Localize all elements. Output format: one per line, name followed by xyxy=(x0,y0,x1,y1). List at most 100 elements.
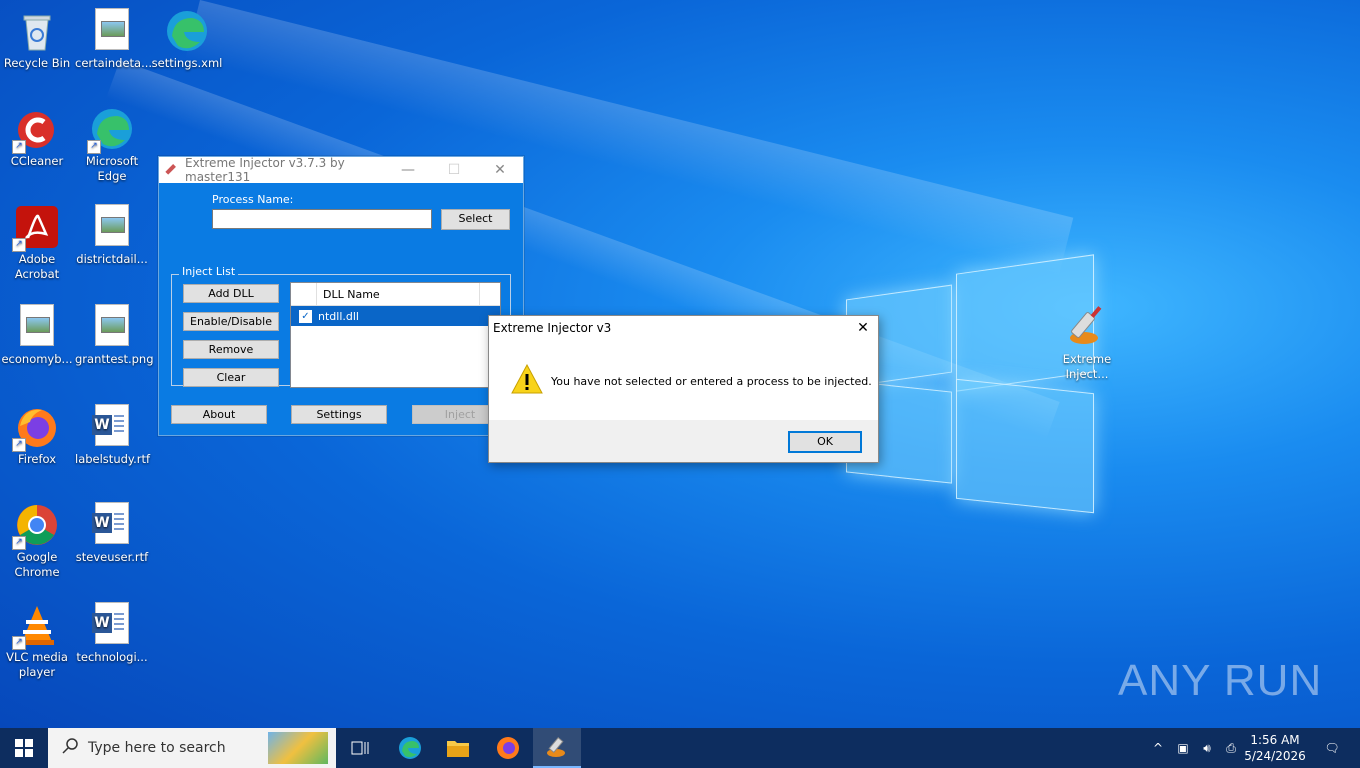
task-view-icon xyxy=(351,741,369,755)
taskbar-firefox[interactable] xyxy=(484,728,532,768)
dll-list-header: DLL Name xyxy=(291,283,500,306)
desktop-icon-label: steveuser.rtf xyxy=(75,550,149,564)
maximize-button[interactable]: ☐ xyxy=(431,162,477,178)
search-highlight-icon xyxy=(268,732,328,764)
desktop-icon-extreme-injector[interactable]: Extreme Inject... xyxy=(1050,300,1124,382)
process-name-label: Process Name: xyxy=(212,193,294,206)
desktop-icon-label: settings.xml xyxy=(151,56,223,70)
clock-date: 5/24/2026 xyxy=(1244,749,1306,763)
taskbar: Type here to search ^ ▣ 🔊︎ ⎙ 1:56 AM 5/2… xyxy=(0,728,1360,768)
desktop-icon-label: Microsoft Edge xyxy=(85,154,139,183)
tray-network[interactable]: ⎙ xyxy=(1220,728,1242,768)
taskbar-search[interactable]: Type here to search xyxy=(48,728,336,768)
desktop-icon-label: economyb... xyxy=(1,352,73,366)
minimize-button[interactable]: — xyxy=(385,162,431,178)
desktop-icon-microsoft-edge[interactable]: ↗ Microsoft Edge xyxy=(75,102,149,184)
desktop-icon-label: CCleaner xyxy=(10,154,64,168)
dll-list[interactable]: DLL Name ✓ ntdll.dll xyxy=(290,282,501,388)
desktop-icon-label: Extreme Inject... xyxy=(1062,352,1112,381)
show-hidden-icons-button[interactable]: ^ xyxy=(1148,728,1168,768)
desktop-icon-recycle-bin[interactable]: Recycle Bin xyxy=(0,4,74,71)
desktop-icon-label: granttest.png xyxy=(75,352,154,366)
word-document-icon: W xyxy=(89,502,135,548)
search-placeholder: Type here to search xyxy=(88,740,226,756)
desktop-icon-labelstudy[interactable]: W labelstudy.rtf xyxy=(75,400,151,467)
tray-volume[interactable]: 🔊︎ xyxy=(1196,728,1218,768)
desktop-icon-google-chrome[interactable]: ↗ Google Chrome xyxy=(0,498,74,580)
desktop-icon-settings-xml[interactable]: settings.xml xyxy=(150,4,224,71)
folder-icon xyxy=(447,741,469,757)
edge-icon xyxy=(399,737,421,759)
edge-icon xyxy=(164,8,210,54)
warning-icon xyxy=(511,363,543,398)
taskbar-extreme-injector[interactable] xyxy=(533,728,581,768)
dialog-message: You have not selected or entered a proce… xyxy=(551,375,872,388)
desktop-icon-label: Adobe Acrobat xyxy=(14,252,60,281)
remove-button[interactable]: Remove xyxy=(183,340,279,359)
settings-button[interactable]: Settings xyxy=(291,405,387,424)
window-titlebar[interactable]: Extreme Injector v3.7.3 by master131 — ☐… xyxy=(159,156,523,184)
dll-row[interactable]: ✓ ntdll.dll xyxy=(291,306,500,326)
syringe-icon xyxy=(547,737,565,757)
close-icon[interactable]: ✕ xyxy=(848,320,878,336)
image-file-icon xyxy=(89,304,135,350)
anyrun-watermark: ANY RUN xyxy=(1118,656,1323,705)
chevron-up-icon: ^ xyxy=(1152,741,1164,755)
desktop-icon-economy[interactable]: economyb... xyxy=(0,300,74,367)
clock-time: 1:56 AM xyxy=(1250,733,1300,747)
task-view-button[interactable] xyxy=(336,728,384,768)
desktop-icon-certaindeta[interactable]: certaindeta... xyxy=(75,4,152,71)
network-icon: ⎙ xyxy=(1226,740,1236,755)
desktop-icon-adobe-acrobat[interactable]: ↗ Adobe Acrobat xyxy=(0,200,74,282)
start-button[interactable] xyxy=(0,728,48,768)
desktop-icon-label: VLC media player xyxy=(6,650,68,679)
desktop-icon-granttest[interactable]: granttest.png xyxy=(75,300,154,367)
desktop-icon-vlc[interactable]: ↗ VLC media player xyxy=(0,598,74,680)
add-dll-button[interactable]: Add DLL xyxy=(183,284,279,303)
notification-icon: 🗨︎ xyxy=(1324,741,1340,755)
taskbar-file-explorer[interactable] xyxy=(434,728,482,768)
image-file-icon xyxy=(14,304,60,350)
syringe-icon xyxy=(1064,304,1110,350)
desktop-icon-label: Google Chrome xyxy=(14,550,60,579)
desktop-icon-districtdail[interactable]: districtdail... xyxy=(75,200,149,267)
adobe-acrobat-icon: ↗ xyxy=(12,204,60,252)
word-document-icon: W xyxy=(89,602,135,648)
column-dll-name[interactable]: DLL Name xyxy=(317,283,479,305)
close-button[interactable]: ✕ xyxy=(477,162,523,178)
desktop-icon-technologi[interactable]: W technologi... xyxy=(75,598,149,665)
dll-checkbox[interactable]: ✓ xyxy=(299,309,312,323)
message-dialog: Extreme Injector v3 ✕ You have not selec… xyxy=(488,315,879,463)
enable-disable-button[interactable]: Enable/Disable xyxy=(183,312,279,331)
edge-icon: ↗ xyxy=(87,106,135,154)
select-button[interactable]: Select xyxy=(441,209,510,230)
tray-clock[interactable]: 1:56 AM 5/24/2026 xyxy=(1244,728,1306,768)
firefox-icon: ↗ xyxy=(12,404,60,452)
dialog-titlebar[interactable]: Extreme Injector v3 ✕ xyxy=(489,316,878,340)
desktop-icon-label: technologi... xyxy=(76,650,148,664)
windows-icon xyxy=(15,739,33,757)
desktop-icon-steveuser[interactable]: W steveuser.rtf xyxy=(75,498,149,565)
ok-button[interactable]: OK xyxy=(788,431,862,453)
image-file-icon xyxy=(89,8,135,54)
desktop-icon-label: labelstudy.rtf xyxy=(75,452,151,466)
windows-logo-wallpaper xyxy=(846,254,1094,514)
ccleaner-icon: ↗ xyxy=(12,106,60,154)
dialog-title: Extreme Injector v3 xyxy=(493,321,612,335)
desktop-icon-ccleaner[interactable]: ↗ CCleaner xyxy=(0,102,74,169)
tray-device[interactable]: ▣ xyxy=(1172,728,1194,768)
process-name-input[interactable] xyxy=(212,209,432,229)
desktop-icon-label: Recycle Bin xyxy=(3,56,71,70)
desktop-icon-label: Firefox xyxy=(17,452,57,466)
volume-icon: 🔊︎ xyxy=(1203,740,1211,755)
clear-button[interactable]: Clear xyxy=(183,368,279,387)
extreme-injector-window: Extreme Injector v3.7.3 by master131 — ☐… xyxy=(158,156,524,436)
desktop-icon-firefox[interactable]: ↗ Firefox xyxy=(0,400,74,467)
recycle-bin-icon xyxy=(14,8,60,54)
taskbar-edge[interactable] xyxy=(386,728,434,768)
dll-name: ntdll.dll xyxy=(318,309,359,323)
action-center-button[interactable]: 🗨︎ xyxy=(1312,728,1352,768)
window-title: Extreme Injector v3.7.3 by master131 xyxy=(185,156,345,184)
image-file-icon xyxy=(89,204,135,250)
about-button[interactable]: About xyxy=(171,405,267,424)
